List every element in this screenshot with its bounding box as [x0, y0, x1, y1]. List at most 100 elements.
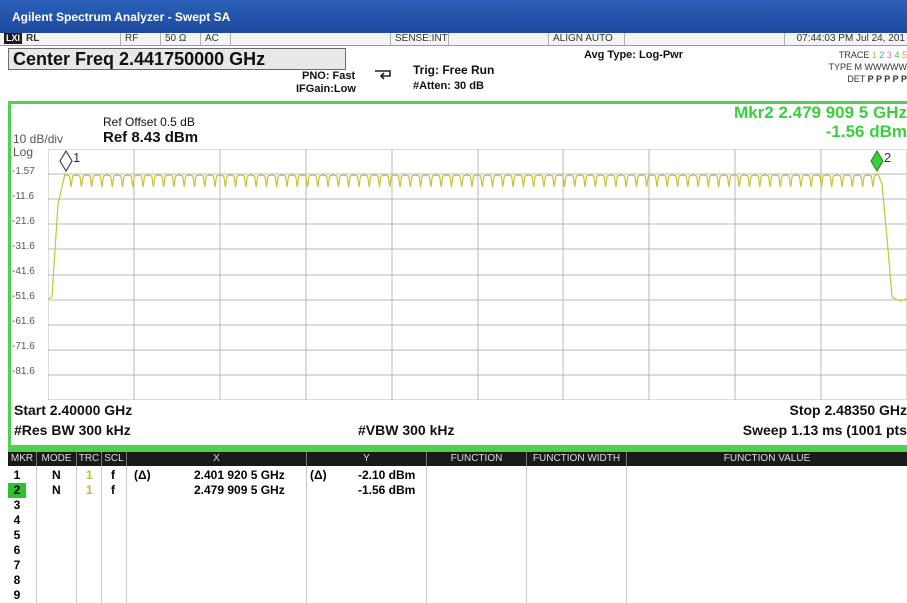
start-freq: Start 2.40000 GHz [14, 402, 133, 418]
table-row[interactable]: 9 [8, 588, 907, 603]
marker-2[interactable] [870, 150, 884, 172]
y-tick: -31.6 [12, 241, 35, 252]
rl-label: RL [26, 33, 40, 44]
y-tick: -21.6 [12, 216, 35, 227]
trace-2: 2 [879, 50, 885, 60]
trace-3: 3 [886, 50, 892, 60]
det-value: P P P P P [867, 74, 907, 84]
rf-label: RF [120, 33, 160, 45]
y-tick: -51.6 [12, 291, 35, 302]
scale-label: 10 dB/div [13, 132, 64, 146]
mkr-num: 7 [13, 558, 21, 572]
marker-table-header: MKR MODE TRC SCL X Y FUNCTION FUNCTION W… [8, 452, 907, 466]
ref-level: Ref 8.43 dBm [103, 129, 199, 146]
status-spacer-2 [448, 33, 548, 45]
sense-label: SENSE:INT [390, 33, 448, 45]
marker-readout-amp: -1.56 dBm [825, 122, 907, 141]
mkr-scl: f [111, 483, 115, 497]
y-tick: -71.6 [12, 341, 35, 352]
plot-grid [48, 149, 907, 400]
atten-label: #Atten: 30 dB [413, 80, 484, 92]
trig-label: Trig: Free Run [413, 63, 495, 77]
table-row[interactable]: 6 [8, 543, 907, 558]
marker-readout-freq: Mkr2 2.479 909 5 GHz [734, 103, 907, 122]
trace-4: 4 [894, 50, 900, 60]
trace-1: 1 [871, 50, 877, 60]
mkr-num: 1 [13, 468, 21, 482]
mkr-mode: N [52, 483, 61, 497]
trace-legend: TRACE 1 2 3 4 5 TYPE M WWWWW DET P P P P… [812, 49, 907, 85]
mkr-y: -2.10 dBm [358, 468, 416, 482]
window-title: Agilent Spectrum Analyzer - Swept SA [0, 0, 907, 33]
mkr-num: 9 [13, 588, 21, 602]
y-tick: -61.6 [12, 316, 35, 327]
trace-5: 5 [901, 50, 907, 60]
marker-table: MKR MODE TRC SCL X Y FUNCTION FUNCTION W… [8, 452, 907, 603]
log-label: Log [13, 145, 34, 159]
mkr-y: -1.56 dBm [358, 483, 416, 497]
marker-2-diamond-icon [870, 150, 884, 172]
mkr-x-delta: (Δ) [310, 468, 327, 482]
ifgain-label: IFGain:Low [296, 83, 356, 95]
table-row[interactable]: 1 N 1 f (Δ) 2.401 920 5 GHz (Δ) -2.10 dB… [8, 468, 907, 483]
col-trc: TRC [76, 452, 101, 466]
spectrum-plot [48, 149, 907, 400]
y-tick: -11.6 [12, 191, 35, 202]
mkr-trc: 1 [86, 468, 93, 482]
table-row[interactable]: 8 [8, 573, 907, 588]
col-function: FUNCTION [426, 452, 526, 466]
table-row[interactable]: 2 N 1 f 2.479 909 5 GHz -1.56 dBm [8, 483, 907, 498]
y-tick: -41.6 [12, 266, 35, 277]
status-spacer [230, 33, 390, 45]
type-label: TYPE [828, 62, 852, 72]
col-mode: MODE [36, 452, 76, 466]
mkr-delta: (Δ) [134, 468, 151, 482]
col-function-value: FUNCTION VALUE [626, 452, 907, 466]
trigger-icon [375, 70, 391, 80]
rl-cell: LXI RL [0, 33, 120, 45]
mkr-scl: f [111, 468, 115, 482]
table-row[interactable]: 3 [8, 498, 907, 513]
sweep: Sweep 1.13 ms (1001 pts [742, 422, 907, 438]
pno-label: PNO: Fast [302, 70, 356, 82]
det-label: DET [847, 74, 866, 84]
table-row[interactable]: 4 [8, 513, 907, 528]
y-tick: -1.57 [12, 166, 35, 177]
col-x: X [126, 452, 306, 466]
ref-offset: Ref Offset 0.5 dB [103, 115, 195, 129]
y-tick: -81.6 [12, 366, 35, 377]
coupling-label: AC [200, 33, 230, 45]
mkr-x: 2.401 920 5 GHz [194, 468, 285, 482]
status-spacer-3 [624, 33, 784, 45]
datetime: 07:44:03 PM Jul 24, 201 [784, 33, 907, 45]
vbw: #VBW 300 kHz [358, 422, 455, 438]
mkr-num: 3 [13, 498, 21, 512]
avg-type-label: Avg Type: Log-Pwr [584, 49, 683, 61]
mkr-num: 4 [13, 513, 21, 527]
col-y: Y [306, 452, 426, 466]
mkr-trc: 1 [86, 483, 93, 497]
center-freq-box[interactable]: Center Freq 2.441750000 GHz [8, 48, 346, 70]
type-value: M WWWWW [854, 62, 907, 72]
mkr-mode: N [52, 468, 61, 482]
mkr-num: 6 [13, 543, 21, 557]
marker-1-label: 1 [73, 150, 81, 165]
mkr-num: 8 [13, 573, 21, 587]
marker-2-label: 2 [884, 150, 892, 165]
marker-1-diamond-icon [59, 149, 73, 173]
res-bw: #Res BW 300 kHz [14, 422, 131, 438]
mkr-x: 2.479 909 5 GHz [194, 483, 285, 497]
table-row[interactable]: 5 [8, 528, 907, 543]
mkr-num: 2 [8, 483, 26, 498]
lxi-icon: LXI [4, 33, 23, 44]
align-label: ALIGN AUTO [548, 33, 624, 45]
trace-label: TRACE [838, 50, 870, 60]
col-function-width: FUNCTION WIDTH [526, 452, 626, 466]
table-row[interactable]: 7 [8, 558, 907, 573]
mkr-num: 5 [13, 528, 21, 542]
col-scl: SCL [101, 452, 126, 466]
marker-1[interactable] [59, 149, 73, 173]
status-bar: LXI RL RF 50 Ω AC SENSE:INT ALIGN AUTO 07… [0, 33, 907, 46]
impedance-label: 50 Ω [160, 33, 200, 45]
col-mkr: MKR [10, 453, 34, 464]
